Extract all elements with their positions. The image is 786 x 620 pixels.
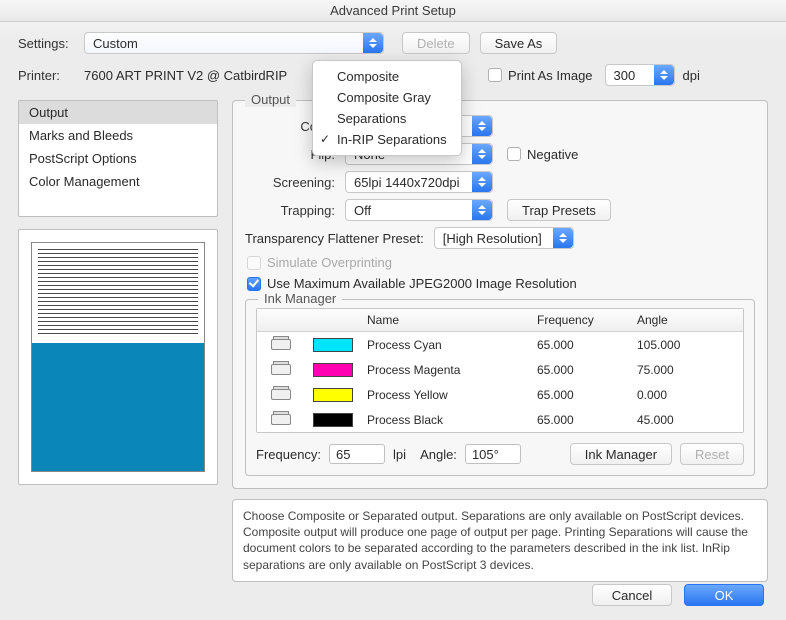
angle-input[interactable] (465, 444, 521, 464)
delete-button[interactable]: Delete (402, 32, 470, 54)
negative-label: Negative (527, 147, 578, 162)
printer-icon (271, 386, 291, 400)
table-row[interactable]: Process Yellow65.0000.000 (257, 382, 743, 407)
ink-legend: Ink Manager (258, 291, 342, 306)
ink-name: Process Black (359, 409, 529, 431)
list-item[interactable]: Output (19, 101, 217, 124)
transparency-value: [High Resolution] (443, 231, 542, 246)
dropdown-option[interactable]: Composite Gray (313, 87, 461, 108)
list-item (19, 193, 217, 216)
ok-button[interactable]: OK (684, 584, 764, 606)
ink-table[interactable]: Name Frequency Angle Process Cyan65.0001… (256, 308, 744, 433)
printer-icon (271, 361, 291, 375)
simulate-overprint-label: Simulate Overprinting (267, 255, 392, 270)
table-row[interactable]: Process Black65.00045.000 (257, 407, 743, 432)
ink-manager-panel: Ink Manager Name Frequency Angle Process… (245, 299, 755, 476)
settings-select[interactable]: Custom (84, 32, 384, 54)
dpi-unit: dpi (683, 68, 700, 83)
dropdown-option[interactable]: In-RIP Separations (313, 129, 461, 150)
col-freq: Frequency (529, 309, 629, 331)
list-item[interactable]: Marks and Bleeds (19, 124, 217, 147)
window-title: Advanced Print Setup (0, 0, 786, 22)
table-header: Name Frequency Angle (257, 309, 743, 332)
ink-name: Process Magenta (359, 359, 529, 381)
ink-freq: 65.000 (529, 334, 629, 356)
ink-angle: 105.000 (629, 334, 719, 356)
page-preview (18, 229, 218, 485)
help-text: Choose Composite or Separated output. Se… (232, 499, 768, 582)
ink-manager-button[interactable]: Ink Manager (570, 443, 672, 465)
ink-name: Process Yellow (359, 384, 529, 406)
dpi-select[interactable]: 300 (605, 64, 675, 86)
panel-legend: Output (245, 92, 296, 107)
preview-text-block (38, 249, 198, 337)
frequency-input[interactable] (329, 444, 385, 464)
transparency-label: Transparency Flattener Preset: (245, 231, 424, 246)
ink-swatch (313, 388, 353, 402)
list-item[interactable]: PostScript Options (19, 147, 217, 170)
print-as-image-label: Print As Image (508, 68, 593, 83)
reset-button[interactable]: Reset (680, 443, 744, 465)
ink-freq: 65.000 (529, 359, 629, 381)
screening-label: Screening: (245, 175, 335, 190)
dpi-value: 300 (614, 68, 636, 83)
ink-swatch (313, 338, 353, 352)
chevron-updown-icon (553, 228, 573, 248)
chevron-updown-icon (472, 116, 492, 136)
ink-swatch (313, 413, 353, 427)
jpeg2000-checkbox[interactable] (247, 277, 261, 291)
negative-checkbox[interactable] (507, 147, 521, 161)
list-item[interactable]: Color Management (19, 170, 217, 193)
chevron-updown-icon (654, 65, 674, 85)
cancel-button[interactable]: Cancel (592, 584, 672, 606)
trapping-label: Trapping: (245, 203, 335, 218)
ink-swatch (313, 363, 353, 377)
frequency-label: Frequency: (256, 447, 321, 462)
dropdown-option[interactable]: Composite (313, 66, 461, 87)
col-name: Name (359, 309, 529, 331)
transparency-select[interactable]: [High Resolution] (434, 227, 574, 249)
table-row[interactable]: Process Magenta65.00075.000 (257, 357, 743, 382)
output-panel: Output Color: Flip: None (232, 100, 768, 489)
section-list[interactable]: Output Marks and Bleeds PostScript Optio… (18, 100, 218, 217)
chevron-updown-icon (472, 200, 492, 220)
printer-label: Printer: (18, 68, 78, 83)
printer-icon (271, 336, 291, 350)
chevron-updown-icon (472, 144, 492, 164)
print-as-image-checkbox[interactable] (488, 68, 502, 82)
ink-freq: 65.000 (529, 384, 629, 406)
jpeg2000-label: Use Maximum Available JPEG2000 Image Res… (267, 276, 577, 291)
preview-color-fill (32, 343, 204, 471)
dropdown-option[interactable]: Separations (313, 108, 461, 129)
settings-value: Custom (93, 36, 138, 51)
color-dropdown-menu[interactable]: Composite Composite Gray Separations In-… (312, 60, 462, 156)
screening-value: 65lpi 1440x720dpi (354, 175, 460, 190)
col-angle: Angle (629, 309, 719, 331)
ink-freq: 65.000 (529, 409, 629, 431)
settings-label: Settings: (18, 36, 78, 51)
ink-angle: 0.000 (629, 384, 719, 406)
trapping-select[interactable]: Off (345, 199, 493, 221)
printer-icon (271, 411, 291, 425)
angle-label: Angle: (420, 447, 457, 462)
ink-angle: 75.000 (629, 359, 719, 381)
ink-name: Process Cyan (359, 334, 529, 356)
trapping-value: Off (354, 203, 371, 218)
screening-select[interactable]: 65lpi 1440x720dpi (345, 171, 493, 193)
chevron-updown-icon (472, 172, 492, 192)
table-row[interactable]: Process Cyan65.000105.000 (257, 332, 743, 357)
trap-presets-button[interactable]: Trap Presets (507, 199, 611, 221)
save-as-button[interactable]: Save As (480, 32, 558, 54)
chevron-updown-icon (363, 33, 383, 53)
simulate-overprint-checkbox (247, 256, 261, 270)
lpi-label: lpi (393, 447, 406, 462)
ink-angle: 45.000 (629, 409, 719, 431)
